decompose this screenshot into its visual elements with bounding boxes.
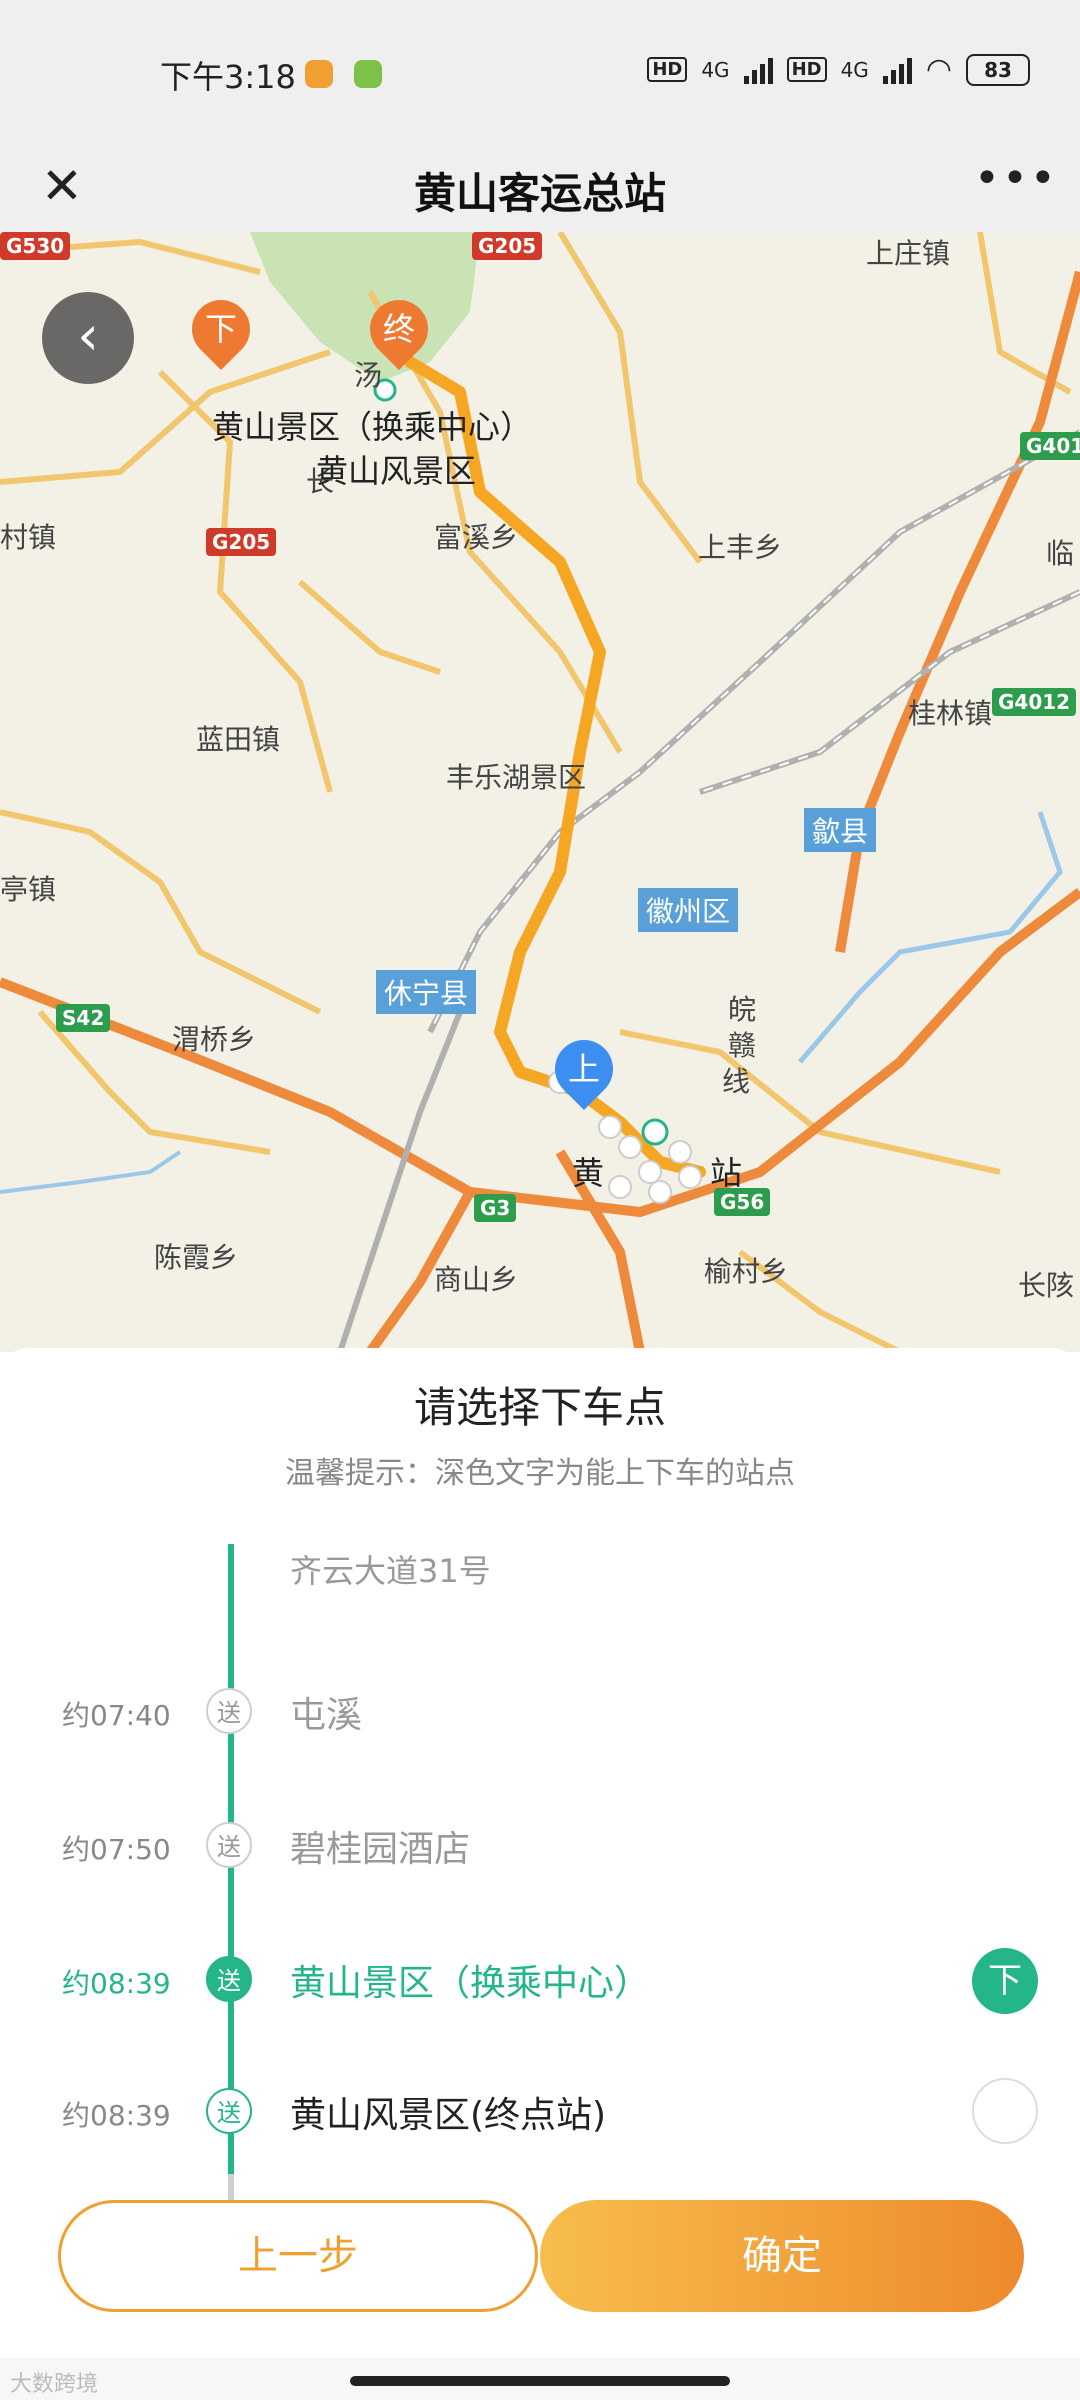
map-label: 长陔 [1018,1269,1075,1302]
map-label: 蓝田镇 [196,723,281,756]
route-map[interactable]: ‹ 下 终 上 G530 G205 G401 G205 G4012 S42 G3… [0,232,1080,1352]
sheet-tip: 温馨提示：深色文字为能上下车的站点 [285,1456,795,1491]
wifi-icon: ◠ [925,52,952,87]
road-g205: G205 [472,232,543,260]
drop-off-legend-pin: 下 [179,287,263,371]
stop-name: 屯溪 [290,1695,363,1736]
app-notification-icon [305,60,333,88]
hd-icon: HD [647,57,688,82]
map-back-button[interactable]: ‹ [42,292,134,384]
status-time: 下午3:18 [160,58,296,96]
map-label-scenic-area: 黄山风景区 [316,452,477,490]
map-label-xiuning: 休宁县 [376,970,477,1014]
hd-icon-2: HD [786,57,827,82]
navigation-bar: 大数跨境 [0,2358,1080,2400]
stop-time: 约08:39 [62,2099,171,2132]
road-g530: G530 [0,232,71,260]
network-type-2: 4G [840,57,869,82]
more-icon[interactable]: ••• [974,154,1056,218]
stop-time: 约07:50 [62,1833,171,1866]
map-label: 桂林镇 [908,697,993,730]
network-type: 4G [701,57,730,82]
board-pin-label: 上 [567,1050,600,1088]
stop-name: 碧桂园酒店 [290,1829,471,1870]
previous-step-button[interactable]: 上一步 [58,2200,538,2312]
stop-name-selected[interactable]: 黄山景区（换乘中心） [290,1954,650,2006]
map-label: 渭桥乡 [172,1023,257,1056]
map-label-fengle-lake: 丰乐湖景区 [446,761,587,794]
map-label-transfer-center: 黄山景区（换乘中心） [212,408,533,446]
stop-badge: 送 [206,2088,252,2134]
map-label: 赣 [728,1029,757,1062]
page-title: 黄山客运总站 [413,169,666,218]
drop-pin-label: 下 [204,310,237,348]
home-gesture-bar[interactable] [350,2376,730,2386]
map-label: 临 [1046,537,1075,570]
road-g401: G401 [1020,432,1080,460]
status-indicators: HD 4G HD 4G ◠ 83 [647,52,1030,87]
stop-badge: 送 [206,1822,252,1868]
map-label: 亭镇 [0,873,57,906]
road-g3: G3 [474,1194,517,1222]
stop-badge: 送 [206,1956,252,2002]
map-label: 商山乡 [434,1263,519,1296]
battery-icon: 83 [966,53,1030,86]
drop-off-radio[interactable] [972,2078,1038,2144]
confirm-button[interactable]: 确定 [540,2200,1024,2312]
map-label: 村镇 [0,521,57,554]
stop-time: 约08:39 [62,1967,171,2000]
signal-icon-2 [882,56,912,84]
map-label-huizhou: 徽州区 [638,888,739,932]
watermark: 大数跨境 [10,2372,99,2397]
map-label: 上庄镇 [866,237,951,270]
road-g4012: G4012 [992,688,1077,716]
map-label: 榆村乡 [704,1255,789,1288]
sheet-title: 请选择下车点 [413,1383,666,1432]
signal-icon [743,56,773,84]
end-pin-label: 终 [382,310,415,348]
android-notification-icon [354,60,382,88]
map-label: 富溪乡 [434,521,519,554]
road-g205-2: G205 [206,528,277,556]
map-label: 上丰乡 [698,531,783,564]
map-label-shexian: 歙县 [804,808,877,852]
map-label: 陈霞乡 [154,1241,239,1274]
map-label: 站 [710,1154,743,1192]
map-label: 黄 [572,1154,605,1192]
stop-badge: 送 [206,1688,252,1734]
title-bar: ✕ 黄山客运总站 ••• [0,140,1080,232]
stop-name: 齐云大道31号 [290,1552,491,1590]
map-label: 皖 [728,993,757,1026]
stop-name[interactable]: 黄山风景区(终点站) [290,2086,606,2138]
map-label: 线 [722,1065,751,1098]
stop-time: 约07:40 [62,1699,171,1732]
status-bar: 下午3:18 HD 4G HD 4G ◠ 83 [0,0,1080,140]
drop-off-selected-radio[interactable]: 下 [972,1948,1038,2014]
map-label: 汤 [354,359,383,392]
road-s42: S42 [56,1004,111,1032]
board-pin[interactable]: 上 [542,1027,626,1111]
